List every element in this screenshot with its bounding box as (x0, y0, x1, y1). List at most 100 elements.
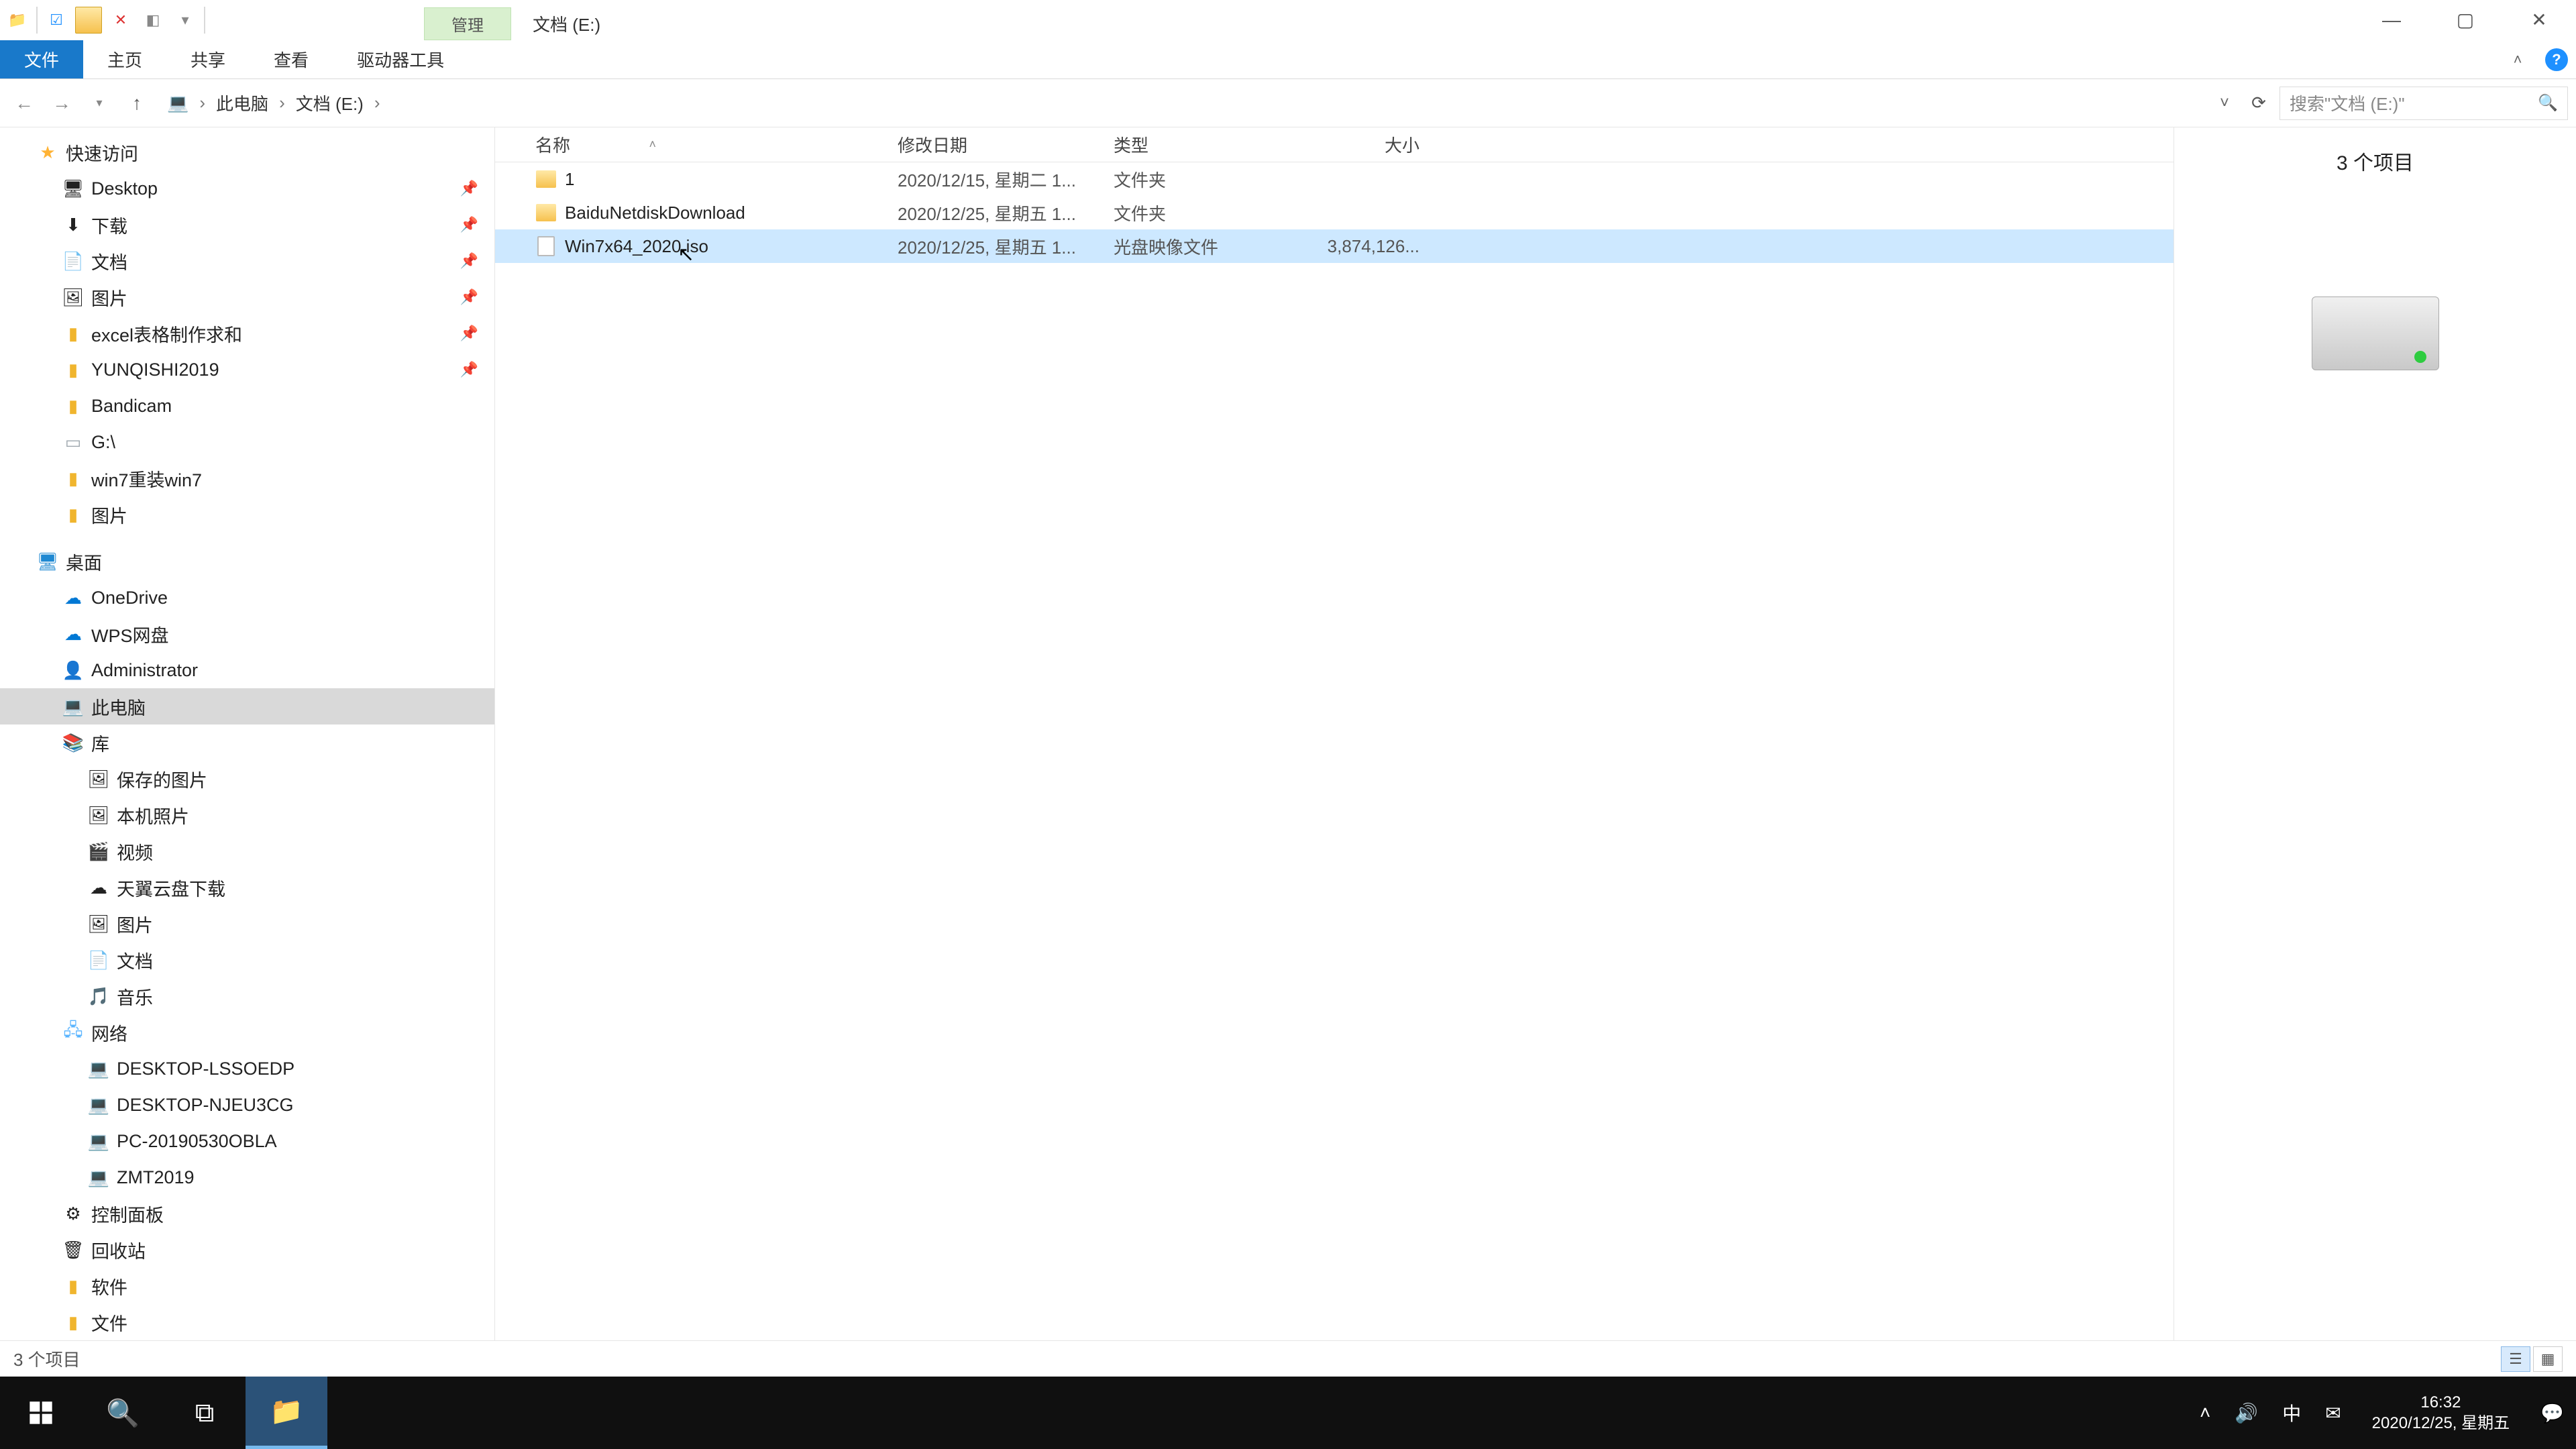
app-icon[interactable]: 📁 (4, 7, 31, 34)
nav-desktop[interactable]: 🖥Desktop📌 (0, 170, 494, 207)
nav-wps[interactable]: ☁WPS网盘 (0, 616, 494, 652)
qat-checkbox-icon[interactable]: ☑ (43, 7, 70, 34)
nav-videos[interactable]: 🎬视频 (0, 833, 494, 869)
folder-icon: ▮ (63, 1312, 83, 1332)
library-icon: 📚 (63, 733, 83, 753)
nav-files[interactable]: ▮文件 (0, 1304, 494, 1340)
nav-camera-roll[interactable]: 🖼本机照片 (0, 797, 494, 833)
nav-recycle[interactable]: 🗑回收站 (0, 1232, 494, 1268)
nav-pc3[interactable]: 💻PC-20190530OBLA (0, 1123, 494, 1159)
qat-folder-icon[interactable] (75, 7, 102, 34)
breadcrumb-this-pc[interactable]: 此电脑 (216, 91, 268, 115)
forward-button[interactable]: → (46, 87, 78, 119)
file-row[interactable]: BaiduNetdiskDownload 2020/12/25, 星期五 1..… (495, 196, 2174, 229)
clock[interactable]: 16:32 2020/12/25, 星期五 (2353, 1392, 2528, 1434)
nav-win7[interactable]: ▮win7重装win7 (0, 460, 494, 496)
status-bar: 3 个项目 ☰ ▦ (0, 1340, 2576, 1377)
up-button[interactable]: ↑ (121, 87, 153, 119)
separator (204, 7, 205, 34)
ime-indicator[interactable]: 中 (2270, 1377, 2313, 1449)
nav-pc2[interactable]: 💻DESKTOP-NJEU3CG (0, 1087, 494, 1123)
nav-tianyi[interactable]: ☁天翼云盘下载 (0, 869, 494, 906)
breadcrumb-drive[interactable]: 文档 (E:) (296, 91, 364, 115)
minimize-button[interactable]: — (2355, 0, 2428, 40)
tab-file[interactable]: 文件 (0, 40, 83, 78)
quick-access-toolbar: 📁 ☑ ✕ ◧ ▾ (0, 7, 209, 34)
explorer-taskbar-button[interactable]: 📁 (246, 1377, 327, 1449)
nav-onedrive[interactable]: ☁OneDrive (0, 580, 494, 616)
nav-pictures2[interactable]: ▮图片 (0, 496, 494, 533)
nav-pc4[interactable]: 💻ZMT2019 (0, 1159, 494, 1195)
history-dropdown-icon[interactable]: ▾ (83, 87, 115, 119)
nav-label: 图片 (117, 911, 153, 937)
nav-gdrive[interactable]: ▭G:\ (0, 424, 494, 460)
nav-label: 下载 (91, 212, 127, 238)
pin-icon: 📌 (460, 252, 478, 270)
qat-dropdown-icon[interactable]: ▾ (172, 7, 199, 34)
nav-network[interactable]: 🖧网络 (0, 1014, 494, 1051)
nav-music-lib[interactable]: 🎵音乐 (0, 978, 494, 1014)
nav-yunqishi[interactable]: ▮YUNQISHI2019📌 (0, 352, 494, 388)
close-button[interactable]: ✕ (2502, 0, 2576, 40)
search-taskbar-button[interactable]: 🔍 (82, 1377, 164, 1449)
documents-icon: 📄 (63, 251, 83, 271)
qat-delete-icon[interactable]: ✕ (107, 7, 134, 34)
volume-icon[interactable]: 🔊 (2222, 1377, 2270, 1449)
tab-drive-tools[interactable]: 驱动器工具 (333, 40, 468, 78)
ribbon-collapse-icon[interactable]: ˄ (2498, 40, 2537, 78)
chevron-right-icon[interactable]: › (193, 93, 212, 113)
action-center-icon[interactable]: 💬 (2528, 1377, 2576, 1449)
pc-icon: 💻 (89, 1059, 109, 1079)
nav-docs-lib[interactable]: 📄文档 (0, 942, 494, 978)
nav-documents[interactable]: 📄文档📌 (0, 243, 494, 279)
tab-share[interactable]: 共享 (166, 40, 250, 78)
help-button[interactable]: ? (2537, 40, 2576, 78)
nav-pictures[interactable]: 🖼图片📌 (0, 279, 494, 315)
icons-view-button[interactable]: ▦ (2533, 1346, 2563, 1372)
breadcrumb[interactable]: 💻 › 此电脑 › 文档 (E:) › (158, 87, 2206, 120)
column-size[interactable]: 大小 (1295, 132, 1419, 157)
file-name: BaiduNetdiskDownload (565, 203, 745, 223)
nav-label: DESKTOP-NJEU3CG (117, 1095, 294, 1116)
nav-excel[interactable]: ▮excel表格制作求和📌 (0, 315, 494, 352)
nav-admin[interactable]: 👤Administrator (0, 652, 494, 688)
nav-pc1[interactable]: 💻DESKTOP-LSSOEDP (0, 1051, 494, 1087)
qat-properties-icon[interactable]: ◧ (140, 7, 166, 34)
nav-pics-lib[interactable]: 🖼图片 (0, 906, 494, 942)
nav-bandicam[interactable]: ▮Bandicam (0, 388, 494, 424)
navigation-pane[interactable]: ★快速访问 🖥Desktop📌 ⬇下载📌 📄文档📌 🖼图片📌 ▮excel表格制… (0, 127, 495, 1340)
column-name[interactable]: 名称˄ (535, 132, 898, 157)
tab-view[interactable]: 查看 (250, 40, 333, 78)
address-dropdown-icon[interactable]: ˅ (2211, 87, 2238, 120)
nav-library[interactable]: 📚库 (0, 724, 494, 761)
maximize-button[interactable]: ▢ (2428, 0, 2502, 40)
file-list[interactable]: 名称˄ 修改日期 类型 大小 1 2020/12/15, 星期二 1... 文件… (495, 127, 2174, 1340)
contextual-tab-label: 管理 (424, 7, 511, 40)
nav-control-panel[interactable]: ⚙控制面板 (0, 1195, 494, 1232)
column-type[interactable]: 类型 (1114, 132, 1295, 157)
tab-home[interactable]: 主页 (83, 40, 166, 78)
nav-saved-pictures[interactable]: 🖼保存的图片 (0, 761, 494, 797)
file-row[interactable]: Win7x64_2020.iso 2020/12/25, 星期五 1... 光盘… (495, 229, 2174, 263)
pin-icon: 📌 (460, 180, 478, 197)
nav-downloads[interactable]: ⬇下载📌 (0, 207, 494, 243)
chevron-right-icon[interactable]: › (272, 93, 292, 113)
nav-desktop-root[interactable]: 🖥桌面 (0, 543, 494, 580)
nav-label: 图片 (91, 284, 127, 311)
file-row[interactable]: 1 2020/12/15, 星期二 1... 文件夹 (495, 162, 2174, 196)
nav-software[interactable]: ▮软件 (0, 1268, 494, 1304)
tray-app-icon[interactable]: ✉ (2313, 1377, 2353, 1449)
details-view-button[interactable]: ☰ (2501, 1346, 2530, 1372)
tray-overflow-icon[interactable]: ˄ (2188, 1377, 2222, 1449)
nav-quick-access[interactable]: ★快速访问 (0, 134, 494, 170)
nav-this-pc[interactable]: 💻此电脑 (0, 688, 494, 724)
chevron-right-icon[interactable]: › (368, 93, 387, 113)
refresh-button[interactable]: ⟳ (2243, 87, 2274, 120)
search-icon[interactable]: 🔍 (2538, 93, 2558, 113)
back-button[interactable]: ← (8, 87, 40, 119)
task-view-button[interactable]: ⧉ (164, 1377, 246, 1449)
status-text: 3 个项目 (13, 1346, 80, 1371)
column-date[interactable]: 修改日期 (898, 132, 1114, 157)
search-input[interactable]: 搜索"文档 (E:)" 🔍 (2279, 87, 2568, 120)
start-button[interactable] (0, 1377, 82, 1449)
